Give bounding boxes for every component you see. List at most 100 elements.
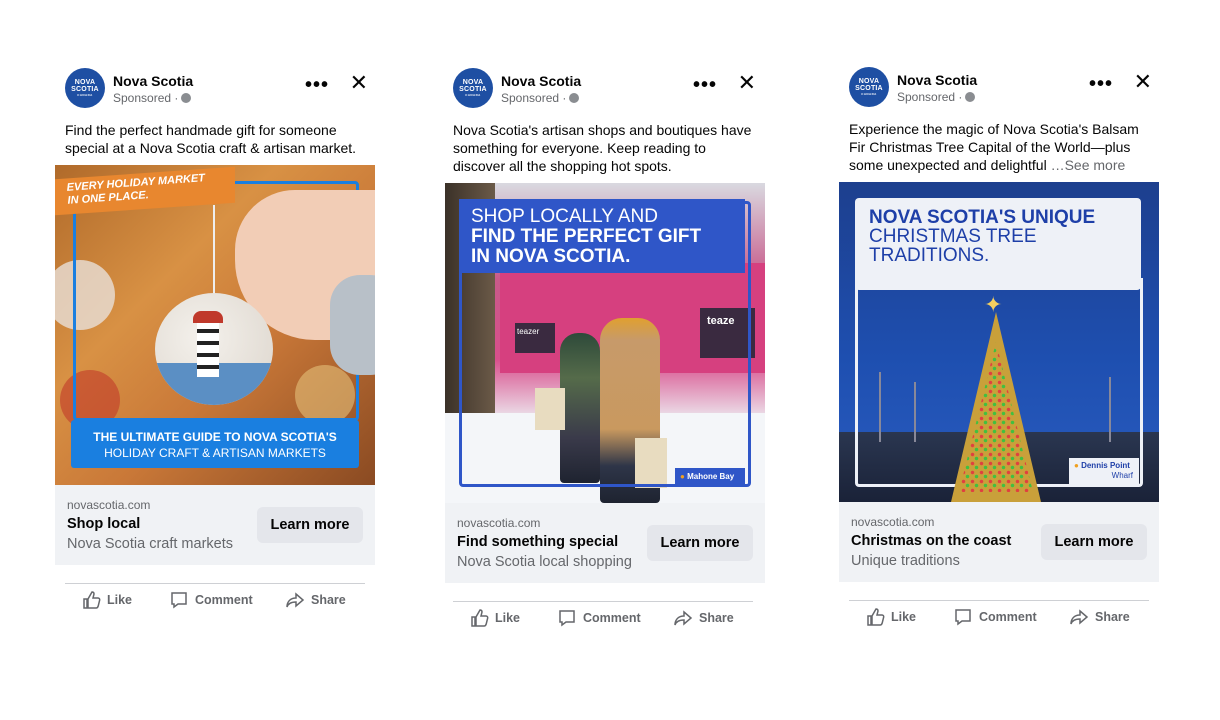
more-options-icon[interactable]: ••• <box>693 74 717 97</box>
like-label: Like <box>891 610 917 624</box>
comment-button[interactable]: Comment <box>557 603 641 633</box>
sponsored-label: Sponsored · <box>897 90 976 104</box>
like-button[interactable]: Like <box>469 603 520 633</box>
link-preview[interactable]: novascotia.com Find something special No… <box>445 503 765 583</box>
logo-line1: NOVA <box>462 79 484 86</box>
location-label: Mahone Bay <box>687 472 735 481</box>
comment-label: Comment <box>195 593 253 607</box>
link-preview[interactable]: novascotia.com Shop local Nova Scotia cr… <box>55 485 375 565</box>
globe-icon <box>965 92 976 102</box>
post-actions: Like Comment Share <box>453 603 753 633</box>
link-domain: novascotia.com <box>457 516 541 530</box>
link-subtitle: Nova Scotia local shopping <box>457 554 632 570</box>
like-button[interactable]: Like <box>81 585 132 615</box>
share-button[interactable]: Share <box>1069 602 1130 632</box>
share-icon <box>674 610 693 626</box>
logo-line2: SCOTIA <box>71 86 99 93</box>
caption-line1: THE ULTIMATE GUIDE TO NOVA SCOTIA'S <box>93 430 337 444</box>
headline-line3: IN NOVA SCOTIA. <box>471 246 631 267</box>
divider <box>453 601 753 602</box>
headline-line1: SHOP LOCALLY AND <box>471 206 658 227</box>
more-options-icon[interactable]: ••• <box>1089 73 1113 96</box>
link-domain: novascotia.com <box>851 515 935 529</box>
ad-image[interactable]: teazer teaze SHOP LOCALLY AND FIND THE P… <box>445 183 765 503</box>
location-line1: Dennis Point <box>1081 461 1130 470</box>
sponsored-text: Sponsored · <box>897 90 963 104</box>
sponsored-label: Sponsored · <box>113 91 192 105</box>
logo-line3: CANADA <box>77 93 93 97</box>
like-label: Like <box>107 593 133 607</box>
logo-line2: SCOTIA <box>459 86 487 93</box>
ad-image[interactable]: NOVA SCOTIA'S UNIQUE CHRISTMAS TREE TRAD… <box>839 182 1159 502</box>
post-actions: Like Comment Share <box>849 602 1149 632</box>
lighthouse <box>197 321 219 377</box>
ad-image[interactable]: EVERY HOLIDAY MARKET IN ONE PLACE. THE U… <box>55 165 375 485</box>
headline-text: NOVA SCOTIA'S UNIQUE CHRISTMAS TREE TRAD… <box>869 208 1095 265</box>
post-actions: Like Comment Share <box>65 585 365 615</box>
comment-button[interactable]: Comment <box>169 585 253 615</box>
share-button[interactable]: Share <box>673 603 734 633</box>
link-title[interactable]: Find something special <box>457 534 618 550</box>
logo-line1: NOVA <box>858 78 880 85</box>
comment-icon <box>171 592 187 609</box>
lighthouse-top <box>193 311 223 323</box>
post-text: Experience the magic of Nova Scotia's Ba… <box>849 120 1149 174</box>
page-avatar[interactable]: NOVA SCOTIA CANADA <box>849 67 889 107</box>
more-options-icon[interactable]: ••• <box>305 74 329 97</box>
page-name[interactable]: Nova Scotia <box>501 73 581 89</box>
share-icon <box>286 592 305 608</box>
learn-more-button[interactable]: Learn more <box>647 525 753 561</box>
like-button[interactable]: Like <box>865 602 916 632</box>
comment-icon <box>559 610 575 627</box>
comment-label: Comment <box>583 611 641 625</box>
share-label: Share <box>311 593 346 607</box>
headline-line2: CHRISTMAS TREE <box>869 226 1037 247</box>
location-pin-icon: ● <box>680 472 685 481</box>
page-name[interactable]: Nova Scotia <box>897 72 977 88</box>
divider <box>849 600 1149 601</box>
logo-line3: CANADA <box>465 93 481 97</box>
like-icon <box>867 608 885 626</box>
share-label: Share <box>699 611 734 625</box>
post-text: Nova Scotia's artisan shops and boutique… <box>453 122 752 174</box>
logo-line1: NOVA <box>74 79 96 86</box>
location-tag: ● Mahone Bay <box>675 468 745 486</box>
link-preview[interactable]: novascotia.com Christmas on the coast Un… <box>839 502 1159 582</box>
page-name[interactable]: Nova Scotia <box>113 73 193 89</box>
ornament-string <box>213 205 215 295</box>
headline-text: SHOP LOCALLY AND FIND THE PERFECT GIFT I… <box>471 207 701 267</box>
sponsored-text: Sponsored · <box>113 91 179 105</box>
image-caption: THE ULTIMATE GUIDE TO NOVA SCOTIA'S HOLI… <box>71 420 359 468</box>
sponsored-text: Sponsored · <box>501 91 567 105</box>
caption-line2: HOLIDAY CRAFT & ARTISAN MARKETS <box>104 446 326 460</box>
share-icon <box>1070 609 1089 625</box>
page-avatar[interactable]: NOVA SCOTIA CANADA <box>453 68 493 108</box>
link-title[interactable]: Shop local <box>67 516 140 532</box>
like-icon <box>471 609 489 627</box>
sponsored-label: Sponsored · <box>501 91 580 105</box>
location-pin-icon: ● <box>1074 461 1079 470</box>
globe-icon <box>181 93 192 103</box>
close-icon[interactable]: ✕ <box>738 70 756 96</box>
sweater-sleeve <box>330 275 375 375</box>
post-header: NOVA SCOTIA CANADA Nova Scotia Sponsored… <box>849 67 1159 111</box>
comment-button[interactable]: Comment <box>953 602 1037 632</box>
post-header: NOVA SCOTIA CANADA Nova Scotia Sponsored… <box>65 68 375 112</box>
link-title[interactable]: Christmas on the coast <box>851 533 1011 549</box>
felt-ornament <box>155 293 273 405</box>
location-tag: ● Dennis Point Wharf <box>1069 458 1139 484</box>
location-line2: Wharf <box>1111 471 1133 480</box>
learn-more-button[interactable]: Learn more <box>1041 524 1147 560</box>
share-label: Share <box>1095 610 1130 624</box>
link-subtitle: Nova Scotia craft markets <box>67 536 233 552</box>
logo-line2: SCOTIA <box>855 85 883 92</box>
headline-line2: FIND THE PERFECT GIFT <box>471 226 702 247</box>
close-icon[interactable]: ✕ <box>1134 69 1152 95</box>
post-text: Find the perfect handmade gift for someo… <box>65 122 357 156</box>
page-avatar[interactable]: NOVA SCOTIA CANADA <box>65 68 105 108</box>
see-more-link[interactable]: …See more <box>1051 157 1126 173</box>
learn-more-button[interactable]: Learn more <box>257 507 363 543</box>
comment-icon <box>955 609 971 626</box>
close-icon[interactable]: ✕ <box>350 70 368 96</box>
share-button[interactable]: Share <box>285 585 346 615</box>
